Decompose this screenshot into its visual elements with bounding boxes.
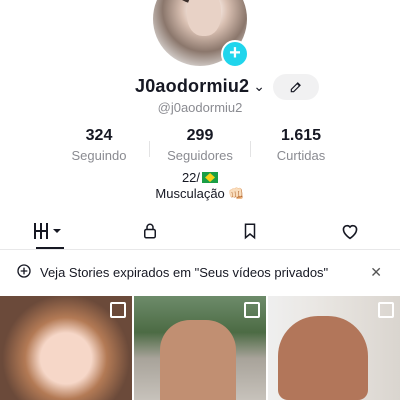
stat-value: 324	[85, 127, 113, 144]
tab-videos[interactable]	[0, 213, 100, 249]
grid-icon	[34, 223, 61, 239]
video-thumbnail[interactable]	[134, 296, 266, 400]
multi-photo-icon	[378, 302, 394, 318]
stat-value: 1.615	[280, 127, 322, 144]
thumbnail-figure	[278, 316, 368, 400]
stat-label: Curtidas	[276, 148, 326, 163]
bio-text: 22/	[181, 170, 201, 185]
tab-saved[interactable]	[200, 213, 300, 249]
thumbnail-figure	[160, 320, 236, 400]
video-thumbnail[interactable]	[0, 296, 132, 400]
stat-followers[interactable]: 299 Seguidores	[150, 127, 250, 163]
banner-text: Veja Stories expirados em "Seus vídeos p…	[40, 264, 329, 280]
stat-following[interactable]: 324 Seguindo	[49, 127, 149, 163]
edit-profile-button[interactable]	[273, 74, 319, 100]
stat-likes[interactable]: 1.615 Curtidas	[251, 127, 351, 163]
expired-stories-banner[interactable]: Veja Stories expirados em "Seus vídeos p…	[0, 258, 400, 286]
profile-stats: 324 Seguindo 299 Seguidores 1.615 Curtid…	[0, 127, 400, 163]
pencil-icon	[290, 82, 301, 93]
stat-label: Seguindo	[71, 148, 127, 163]
profile-avatar[interactable]: +	[153, 0, 249, 68]
video-thumbnail[interactable]	[268, 296, 400, 400]
stat-value: 299	[186, 127, 214, 144]
heart-icon	[342, 224, 358, 240]
bio-line-2: Musculação 👊🏻	[155, 186, 245, 201]
tab-private[interactable]	[100, 213, 200, 249]
avatar-face	[187, 0, 221, 36]
tab-liked[interactable]	[300, 213, 400, 249]
stat-label: Seguidores	[167, 148, 233, 163]
tabs-divider	[0, 249, 400, 250]
username-row[interactable]: J0aodormiu2 ⌄	[0, 76, 400, 97]
story-add-icon	[16, 263, 32, 282]
close-icon[interactable]: ✕	[370, 264, 382, 281]
brazil-flag-icon	[202, 172, 219, 183]
lock-icon	[144, 223, 156, 239]
add-story-button[interactable]: +	[221, 40, 249, 68]
multi-photo-icon	[110, 302, 126, 318]
chevron-down-icon[interactable]: ⌄	[253, 78, 265, 95]
bio-line-1: 22/	[0, 170, 400, 185]
profile-handle: @j0aodormiu2	[157, 100, 243, 115]
multi-photo-icon	[244, 302, 260, 318]
bookmark-icon	[244, 223, 256, 240]
username: J0aodormiu2	[135, 76, 250, 96]
profile-tabs	[0, 213, 400, 249]
video-grid	[0, 296, 400, 400]
